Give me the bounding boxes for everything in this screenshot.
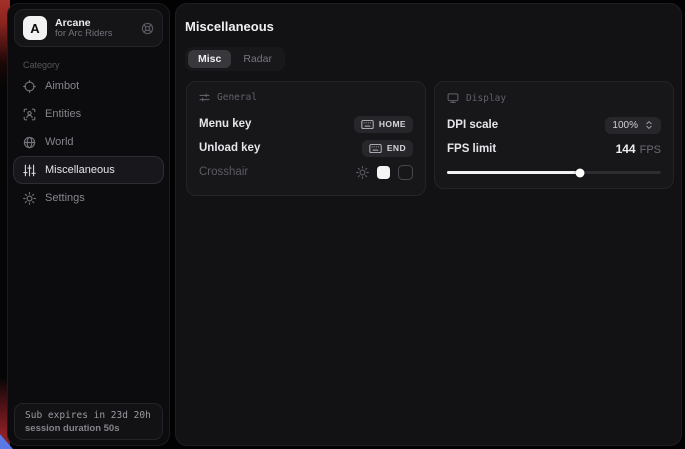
sliders-horizontal-icon [199, 92, 210, 103]
fps-unit: FPS [640, 144, 661, 156]
sidebar-item-settings[interactable]: Settings [13, 184, 164, 212]
general-card-header: General [199, 92, 413, 103]
crosshair-checkbox[interactable] [398, 165, 413, 180]
unload-key-label: Unload key [199, 142, 260, 154]
unload-key-bind-button[interactable]: END [362, 140, 413, 157]
general-card: General Menu key HOME [186, 81, 426, 196]
chevrons-up-down-icon [644, 120, 654, 130]
lifebuoy-icon[interactable] [141, 22, 154, 35]
globe-icon [23, 136, 36, 149]
sidebar-item-label: Settings [45, 192, 85, 204]
unload-key-value: END [387, 143, 406, 153]
menu-key-row: Menu key HOME [199, 112, 413, 136]
display-card-header: Display [447, 92, 661, 104]
crosshair-controls [356, 165, 413, 180]
crosshair-row: Crosshair [199, 160, 413, 184]
brand-card: A Arcane for Arc Riders [14, 9, 163, 47]
menu-key-value: HOME [379, 119, 406, 129]
slider-fill [447, 171, 580, 174]
menu-key-label: Menu key [199, 118, 251, 130]
sidebar-item-aimbot[interactable]: Aimbot [13, 72, 164, 100]
category-label: Category [23, 60, 60, 70]
crosshair-color-swatch[interactable] [377, 166, 390, 179]
brand-title: Arcane [55, 17, 133, 29]
dpi-scale-value: 100% [612, 120, 638, 131]
fps-limit-row: FPS limit 144 FPS [447, 137, 661, 161]
sidebar-item-label: World [45, 136, 74, 148]
subscription-info-card: Sub expires in 23d 20h session duration … [14, 403, 163, 440]
tab-radar[interactable]: Radar [233, 50, 282, 68]
sidebar: A Arcane for Arc Riders Category Aimbot [7, 3, 170, 446]
sliders-vertical-icon [23, 164, 36, 177]
dpi-scale-select[interactable]: 100% [605, 117, 661, 134]
slider-thumb[interactable] [575, 168, 584, 177]
fps-limit-label: FPS limit [447, 143, 496, 155]
sidebar-item-miscellaneous[interactable]: Miscellaneous [13, 156, 164, 184]
unload-key-row: Unload key END [199, 136, 413, 160]
cards-row: General Menu key HOME [186, 81, 674, 196]
entities-icon [23, 108, 36, 121]
display-card: Display DPI scale 100% FPS limit 144 [434, 81, 674, 189]
tab-bar: Misc Radar [185, 47, 285, 71]
crosshair-label: Crosshair [199, 166, 248, 178]
session-duration-text: session duration 50s [25, 423, 152, 434]
monitor-icon [447, 92, 459, 104]
brand-text: Arcane for Arc Riders [55, 17, 133, 40]
sidebar-item-label: Entities [45, 108, 81, 120]
sidebar-item-label: Miscellaneous [45, 164, 115, 176]
gear-icon [23, 192, 36, 205]
sidebar-nav: Aimbot Entities [13, 72, 164, 212]
fps-limit-value: 144 FPS [616, 142, 661, 156]
dpi-scale-label: DPI scale [447, 119, 498, 131]
main-panel: Miscellaneous Misc Radar General Menu ke… [175, 3, 682, 446]
sub-expires-text: Sub expires in 23d 20h [25, 410, 152, 421]
keyboard-icon [361, 119, 374, 130]
fps-limit-slider[interactable] [447, 167, 661, 177]
keyboard-icon [369, 143, 382, 154]
general-card-title: General [217, 92, 257, 103]
display-card-title: Display [466, 93, 506, 104]
brand-subtitle: for Arc Riders [55, 29, 133, 40]
dpi-scale-row: DPI scale 100% [447, 113, 661, 137]
brand-logo: A [23, 16, 47, 40]
sidebar-item-world[interactable]: World [13, 128, 164, 156]
fps-number: 144 [616, 142, 636, 156]
sidebar-item-entities[interactable]: Entities [13, 100, 164, 128]
sidebar-item-label: Aimbot [45, 80, 79, 92]
page-title: Miscellaneous [185, 19, 274, 34]
gear-icon[interactable] [356, 166, 369, 179]
menu-key-bind-button[interactable]: HOME [354, 116, 413, 133]
crosshair-icon [23, 80, 36, 93]
tab-misc[interactable]: Misc [188, 50, 231, 68]
